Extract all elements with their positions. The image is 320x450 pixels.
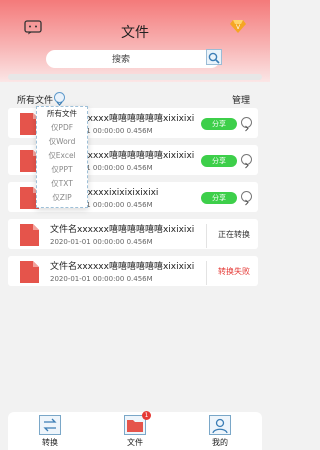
search-icon xyxy=(208,52,220,64)
file-row[interactable]: 文件名xxxxxx嘻嘻嘻嘻嘻嘻xixixixi 2020-01-01 00:00… xyxy=(8,256,258,286)
filter-dropdown-menu: 所有文件 仅PDF 仅Word 仅Excel 仅PPT 仅TXT 仅ZIP xyxy=(36,106,88,208)
file-meta: 2020-01-01 00:00:00 0.456M xyxy=(50,238,153,246)
row-divider xyxy=(206,261,207,285)
tab-profile[interactable]: 我的 xyxy=(200,415,240,448)
row-divider xyxy=(206,224,207,248)
menu-item-pdf[interactable]: 仅PDF xyxy=(37,121,87,135)
pdf-file-icon xyxy=(20,261,39,283)
folder-icon: 1 xyxy=(124,411,151,435)
chevron-right-icon[interactable] xyxy=(241,154,252,169)
menu-item-txt[interactable]: 仅TXT xyxy=(37,177,87,191)
share-button[interactable]: 分享 xyxy=(201,118,237,130)
file-name: 文件名xxxxxx嘻嘻嘻嘻嘻嘻xixixixi xyxy=(50,225,195,235)
menu-item-ppt[interactable]: 仅PPT xyxy=(37,163,87,177)
bottom-tab-bar: 转换 1 文件 我的 xyxy=(8,411,262,450)
search-bar[interactable]: 搜索 xyxy=(46,49,222,68)
pdf-file-icon xyxy=(20,224,39,246)
menu-item-word[interactable]: 仅Word xyxy=(37,135,87,149)
tab-files[interactable]: 1 文件 xyxy=(115,411,155,448)
tab-label: 转换 xyxy=(42,438,58,447)
convert-icon xyxy=(39,415,61,435)
menu-item-excel[interactable]: 仅Excel xyxy=(37,149,87,163)
filter-chevron-down-icon[interactable] xyxy=(54,92,65,106)
header: 文件 V 搜索 xyxy=(0,0,270,82)
tab-label: 文件 xyxy=(127,438,143,447)
tab-label: 我的 xyxy=(212,438,228,447)
manage-button[interactable]: 管理 xyxy=(232,93,250,106)
file-meta: 2020-01-01 00:00:00 0.456M xyxy=(50,275,153,283)
chevron-right-icon[interactable] xyxy=(241,191,252,206)
menu-item-zip[interactable]: 仅ZIP xyxy=(37,191,87,205)
share-button[interactable]: 分享 xyxy=(201,192,237,204)
file-name: 文件名xxxxxx嘻嘻嘻嘻嘻嘻xixixixi xyxy=(50,262,195,272)
search-button[interactable] xyxy=(206,49,222,65)
filter-dropdown-label[interactable]: 所有文件 xyxy=(17,93,53,106)
menu-item-all[interactable]: 所有文件 xyxy=(37,107,87,121)
status-converting: 正在转换 xyxy=(218,230,250,239)
tab-convert[interactable]: 转换 xyxy=(30,415,70,448)
search-label: 搜索 xyxy=(111,55,130,65)
notification-badge: 1 xyxy=(142,411,151,420)
status-failed: 转换失败 xyxy=(218,267,250,276)
header-divider-bar xyxy=(8,74,262,80)
share-button[interactable]: 分享 xyxy=(201,155,237,167)
filter-row: 所有文件 管理 xyxy=(0,90,270,106)
profile-icon xyxy=(209,415,231,435)
vip-diamond-icon[interactable]: V xyxy=(230,18,246,34)
file-row[interactable]: 文件名xxxxxx嘻嘻嘻嘻嘻嘻xixixixi 2020-01-01 00:00… xyxy=(8,219,258,249)
chevron-right-icon[interactable] xyxy=(241,117,252,132)
